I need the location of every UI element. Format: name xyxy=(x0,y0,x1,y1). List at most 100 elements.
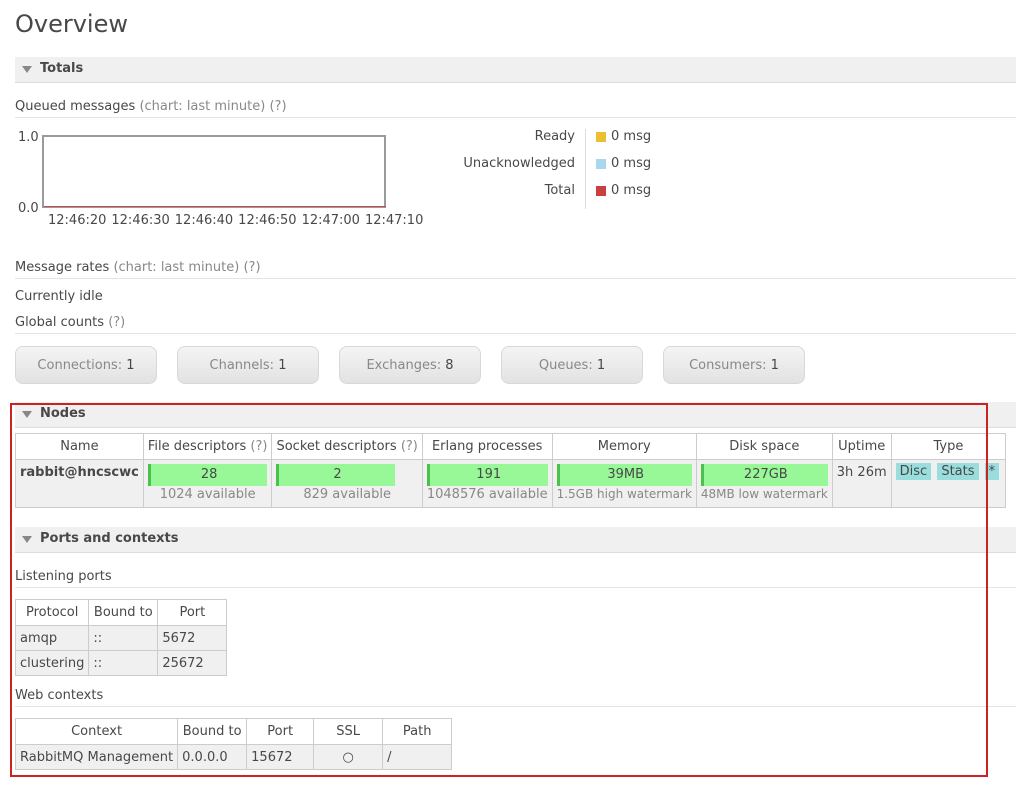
channels-value: 1 xyxy=(278,358,287,373)
consumers-value: 1 xyxy=(770,358,779,373)
web-contexts-table: Context Bound to Port SSL Path RabbitMQ … xyxy=(14,718,453,770)
memory-usage-bar: 39MB xyxy=(556,464,692,486)
legend-value-unacknowledged: 0 msg xyxy=(611,156,652,171)
col-bound-to: Bound to xyxy=(177,718,248,745)
col-port: Port xyxy=(157,599,228,626)
legend-value-total: 0 msg xyxy=(611,183,652,198)
legend-swatch-unacknowledged xyxy=(596,159,606,169)
rates-chart-hint-link[interactable]: (chart: last minute) xyxy=(113,260,239,275)
chart-x-tick: 12:47:10 xyxy=(364,213,424,228)
listening-ports-label: Listening ports xyxy=(15,569,112,584)
col-ssl: SSL xyxy=(313,718,384,745)
type-tag-star: * xyxy=(984,463,1000,480)
totals-section-header[interactable]: Totals xyxy=(15,57,1016,83)
queued-messages-chart xyxy=(42,135,386,208)
port-cell: 25672 xyxy=(157,650,228,676)
type-cell: Disc Stats * xyxy=(890,459,1007,508)
legend-swatch-total xyxy=(596,186,606,196)
col-uptime: Uptime xyxy=(831,433,892,460)
col-context: Context xyxy=(14,718,179,745)
channels-count-button[interactable]: Channels: 1 xyxy=(177,346,319,384)
fd-cell: 28 1024 available xyxy=(142,459,273,508)
collapse-triangle-icon xyxy=(22,536,32,543)
col-fd-label: File descriptors xyxy=(147,439,247,454)
rates-status: Currently idle xyxy=(15,289,103,304)
legend-label-unacknowledged: Unacknowledged xyxy=(463,156,575,171)
ports-section-header[interactable]: Ports and contexts xyxy=(15,527,1016,553)
protocol-cell: clustering xyxy=(14,650,90,676)
exchanges-count-button[interactable]: Exchanges: 8 xyxy=(339,346,481,384)
erlang-cell: 191 1048576 available xyxy=(421,459,553,508)
consumers-label: Consumers: xyxy=(689,358,767,373)
type-tag-stats: Stats xyxy=(937,463,979,480)
queued-help-link[interactable]: (?) xyxy=(269,99,286,114)
memory-cell: 39MB 1.5GB high watermark xyxy=(551,459,697,508)
erlang-usage-bar: 191 xyxy=(426,464,548,486)
message-rates-heading: Message rates (chart: last minute) (?) xyxy=(15,260,1016,279)
path-cell: / xyxy=(382,744,453,770)
col-path: Path xyxy=(382,718,453,745)
totals-section-label: Totals xyxy=(40,61,84,76)
nodes-section-header[interactable]: Nodes xyxy=(15,402,1016,428)
global-counts-help-link[interactable]: (?) xyxy=(108,315,125,330)
listening-ports-table: Protocol Bound to Port amqp :: 5672 clus… xyxy=(14,599,228,676)
col-sd-label: Socket descriptors xyxy=(276,439,397,454)
connections-label: Connections: xyxy=(37,358,123,373)
chart-x-axis: 12:46:20 12:46:30 12:46:40 12:46:50 12:47:00… xyxy=(48,213,428,228)
fd-available: 1024 available xyxy=(159,487,256,502)
node-name-link[interactable]: rabbit@hncscwc xyxy=(15,459,144,508)
col-sd-help-link[interactable]: (?) xyxy=(401,439,418,454)
legend-label-ready: Ready xyxy=(534,129,575,144)
legend-label-total: Total xyxy=(544,183,575,198)
queued-chart-hint-link[interactable]: (chart: last minute) xyxy=(139,99,265,114)
collapse-triangle-icon xyxy=(22,411,32,418)
sd-available: 829 available xyxy=(303,487,391,502)
channels-label: Channels: xyxy=(209,358,275,373)
col-bound-to: Bound to xyxy=(88,599,159,626)
sd-usage-bar: 2 xyxy=(276,464,396,486)
queued-messages-heading: Queued messages (chart: last minute) (?) xyxy=(15,99,1016,118)
ssl-indicator-icon: ○ xyxy=(313,744,384,770)
disk-cell: 227GB 48MB low watermark xyxy=(695,459,833,508)
queues-value: 1 xyxy=(596,358,606,373)
port-cell: 5672 xyxy=(157,625,228,651)
disk-watermark: 48MB low watermark xyxy=(700,487,828,501)
disk-usage-bar: 227GB xyxy=(700,464,828,486)
col-memory: Memory xyxy=(551,433,697,460)
bound-to-cell: 0.0.0.0 xyxy=(177,744,248,770)
uptime-cell: 3h 26m xyxy=(831,459,892,508)
table-row: RabbitMQ Management 0.0.0.0 15672 ○ / xyxy=(14,744,453,770)
consumers-count-button[interactable]: Consumers: 1 xyxy=(663,346,805,384)
col-fd-help-link[interactable]: (?) xyxy=(250,439,267,454)
queues-count-button[interactable]: Queues: 1 xyxy=(501,346,643,384)
page-title: Overview xyxy=(15,10,128,38)
rates-help-link[interactable]: (?) xyxy=(243,260,260,275)
exchanges-value: 8 xyxy=(445,358,454,373)
chart-series-line xyxy=(44,206,386,207)
nodes-section-label: Nodes xyxy=(40,406,86,421)
chart-x-tick: 12:46:40 xyxy=(174,213,234,228)
col-port: Port xyxy=(246,718,315,745)
chart-y-tick-top: 1.0 xyxy=(18,130,39,145)
legend-divider xyxy=(585,129,586,209)
bound-to-cell: :: xyxy=(88,625,159,651)
col-erlang-processes: Erlang processes xyxy=(421,433,553,460)
table-row: rabbit@hncscwc 28 1024 available 2 829 a… xyxy=(15,459,1007,508)
ports-section-label: Ports and contexts xyxy=(40,531,179,546)
global-counts-label: Global counts xyxy=(15,315,105,330)
chart-x-tick: 12:46:50 xyxy=(238,213,297,228)
chart-y-tick-bottom: 0.0 xyxy=(18,201,39,216)
table-row: amqp :: 5672 xyxy=(14,625,228,651)
chart-x-tick: 12:46:30 xyxy=(111,213,170,228)
nodes-table: Name File descriptors (?) Socket descrip… xyxy=(15,433,1007,508)
connections-count-button[interactable]: Connections: 1 xyxy=(15,346,157,384)
legend-row-unacknowledged: Unacknowledged 0 msg xyxy=(420,156,680,174)
legend-row-ready: Ready 0 msg xyxy=(420,129,680,147)
legend-value-ready: 0 msg xyxy=(611,129,652,144)
message-rates-label: Message rates xyxy=(15,260,110,275)
queued-messages-label: Queued messages xyxy=(15,99,136,114)
collapse-triangle-icon xyxy=(22,66,32,73)
fd-usage-bar: 28 xyxy=(147,464,268,486)
chart-x-tick: 12:47:00 xyxy=(301,213,360,228)
listening-ports-heading: Listening ports xyxy=(15,569,1016,588)
